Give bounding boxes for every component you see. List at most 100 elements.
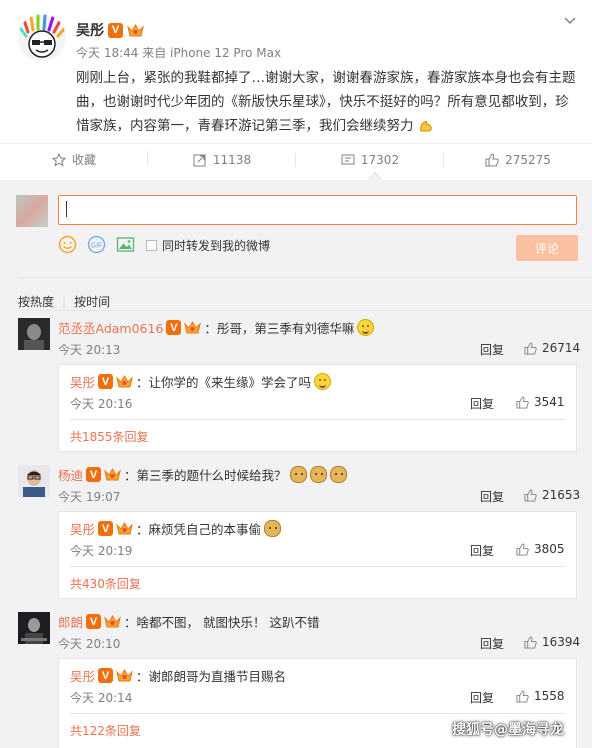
comment-time: 今天 20:13 — [58, 343, 121, 357]
sub-like-button[interactable]: 3805 — [516, 542, 565, 556]
commenter-avatar[interactable] — [18, 465, 50, 497]
comment-line: 范丞丞Adam0616 V ：彤哥，第三季有刘德华嘛 — [58, 318, 375, 337]
comment-text: ：彤哥，第三季有刘德华嘛 — [204, 321, 355, 336]
sub-comment-text: ：麻烦凭自己的本事偷 — [136, 522, 262, 537]
favorite-button[interactable]: 收藏 — [0, 151, 148, 168]
commenter-name[interactable]: 杨迪 — [58, 465, 83, 484]
sort-hot-tab[interactable]: 按热度 — [18, 293, 54, 310]
thumbs-up-icon — [516, 689, 529, 703]
sub-like-count: 3541 — [534, 395, 565, 409]
vip-crown-icon — [127, 23, 144, 36]
muscle-emoji-icon — [420, 121, 432, 132]
author-avatar[interactable] — [18, 14, 66, 62]
comment-button[interactable]: 17302 — [296, 152, 444, 167]
thumbs-up-icon — [524, 341, 537, 355]
post-author: 吴彤 V — [76, 20, 144, 40]
my-avatar — [16, 195, 48, 227]
more-replies-link[interactable]: 共122条回复 — [70, 722, 141, 739]
sub-commenter-name[interactable]: 吴彤 — [70, 666, 95, 685]
sub-comment-time: 今天 20:16 — [70, 397, 133, 411]
comment-time: 今天 19:07 — [58, 490, 121, 504]
sub-reply-button[interactable]: 回复 — [470, 689, 494, 706]
sub-commenter-name[interactable]: 吴彤 — [70, 519, 95, 538]
thumbs-up-icon — [524, 635, 537, 649]
text-cursor — [66, 201, 67, 217]
comment-like-button[interactable]: 21653 — [524, 488, 580, 502]
divider — [18, 277, 592, 278]
comment-text: ：啥都不图， 就图快乐！ 这趴不错 — [124, 615, 320, 630]
forward-checkbox[interactable] — [146, 240, 157, 251]
comment-like-button[interactable]: 16394 — [524, 635, 580, 649]
sub-comment-text: ：谢郎朗哥为直播节目赐名 — [136, 669, 287, 684]
verified-badge: V — [86, 467, 102, 482]
vip-crown-icon — [116, 375, 133, 388]
more-replies-link[interactable]: 共430条回复 — [70, 575, 141, 592]
sub-like-button[interactable]: 1558 — [516, 689, 565, 703]
sub-comment-time: 今天 20:19 — [70, 544, 133, 558]
divider — [70, 713, 566, 714]
commenter-avatar[interactable] — [18, 612, 50, 644]
sub-commenter-name[interactable]: 吴彤 — [70, 372, 95, 391]
sub-comment-line: 吴彤 V ：谢郎朗哥为直播节目赐名 — [70, 666, 286, 685]
commenter-name[interactable]: 郎朗 — [58, 612, 83, 631]
comment-input[interactable] — [58, 195, 577, 225]
doge-emoji-icon — [329, 466, 347, 483]
composer-tools: GIF — [58, 235, 135, 254]
verified-badge: V — [108, 22, 123, 38]
post-content: 刚刚上台，紧张的我鞋都掉了…谢谢大家，谢谢春游家族，春游家族本身也会有主题曲，也… — [76, 66, 576, 138]
sort-separator: | — [62, 294, 67, 309]
more-chevron-icon[interactable] — [563, 14, 577, 30]
thumbs-up-icon — [516, 395, 529, 409]
divider — [18, 310, 592, 311]
submit-comment-button[interactable]: 评论 — [516, 235, 578, 261]
emoji-icon[interactable] — [58, 235, 77, 254]
comment-line: 郎朗 V ：啥都不图， 就图快乐！ 这趴不错 — [58, 612, 319, 631]
svg-text:GIF: GIF — [91, 243, 103, 250]
grin-emoji-icon — [314, 373, 332, 390]
like-count: 275275 — [505, 152, 551, 167]
reply-button[interactable]: 回复 — [480, 488, 504, 505]
vip-crown-icon — [116, 522, 133, 535]
forward-option-label: 同时转发到我的微博 — [162, 239, 271, 253]
reply-button[interactable]: 回复 — [480, 341, 504, 358]
action-bar: 收藏 11138 17302 275275 — [0, 143, 592, 175]
commenter-avatar[interactable] — [18, 318, 50, 350]
verified-badge: V — [86, 614, 102, 629]
comment-like-count: 16394 — [542, 635, 581, 649]
sub-like-count: 1558 — [534, 689, 565, 703]
grin-emoji-icon — [357, 319, 375, 336]
thumbs-up-icon — [524, 488, 537, 502]
gif-icon[interactable]: GIF — [87, 235, 106, 254]
sub-like-button[interactable]: 3541 — [516, 395, 565, 409]
verified-badge: V — [98, 668, 114, 683]
comment-caret-fill — [369, 174, 381, 180]
sub-reply-button[interactable]: 回复 — [470, 395, 494, 412]
more-replies-link[interactable]: 共1855条回复 — [70, 428, 149, 445]
author-name[interactable]: 吴彤 — [76, 20, 104, 40]
forward-option[interactable]: 同时转发到我的微博 — [146, 237, 270, 254]
watermark-text: 搜狐号@墨海寻龙 — [452, 722, 564, 738]
doge-emoji-icon — [309, 466, 327, 483]
comment-like-count: 26714 — [542, 341, 581, 355]
sort-time-tab[interactable]: 按时间 — [74, 293, 110, 310]
sub-comment-line: 吴彤 V ：让你学的《来生缘》学会了吗 — [70, 372, 332, 391]
comment-time: 今天 20:10 — [58, 637, 121, 651]
sub-comment-time: 今天 20:14 — [70, 691, 133, 705]
post-text: 刚刚上台，紧张的我鞋都掉了…谢谢大家，谢谢春游家族，春游家族本身也会有主题曲，也… — [76, 70, 576, 134]
comment-like-button[interactable]: 26714 — [524, 341, 580, 355]
sub-reply-button[interactable]: 回复 — [470, 542, 494, 559]
doge-emoji-icon — [264, 520, 282, 537]
forward-button[interactable]: 11138 — [148, 152, 296, 167]
vip-crown-icon — [184, 321, 202, 334]
image-icon[interactable] — [116, 235, 135, 254]
sub-like-count: 3805 — [534, 542, 565, 556]
comment-line: 杨迪 V ：第三季的题什么时候给我？ — [58, 465, 347, 484]
reply-button[interactable]: 回复 — [480, 635, 504, 652]
comment-like-count: 21653 — [542, 488, 581, 502]
like-button[interactable]: 275275 — [444, 153, 592, 167]
vip-crown-icon — [104, 615, 121, 628]
commenter-name[interactable]: 范丞丞Adam0616 — [58, 318, 163, 337]
comment-count: 17302 — [360, 152, 400, 167]
comment-text: ：第三季的题什么时候给我？ — [124, 468, 287, 483]
watermark: 搜狐号@墨海寻龙 — [452, 719, 564, 739]
